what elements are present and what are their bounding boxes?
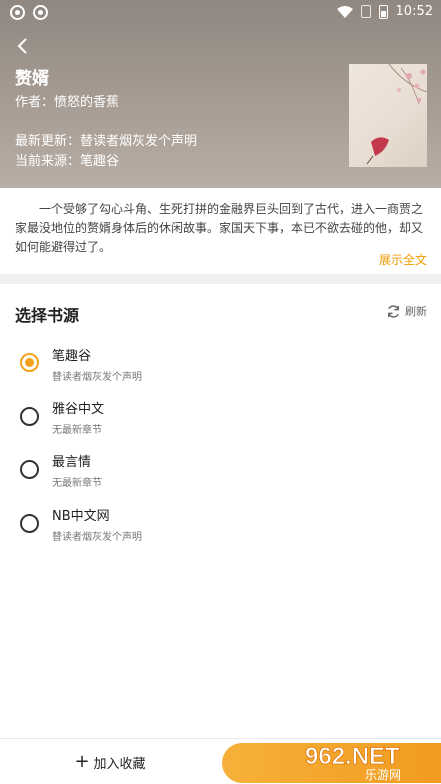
- refresh-label: 刷新: [405, 305, 427, 318]
- wifi-icon: [336, 5, 353, 18]
- source-name: NB中文网: [52, 509, 110, 524]
- sim-icon: [360, 5, 371, 18]
- plus-icon: +: [74, 751, 90, 772]
- radio-button[interactable]: [20, 514, 39, 533]
- svg-text:乐游网: 乐游网: [365, 768, 401, 782]
- source-item-biqugu[interactable]: 笔趣谷 替读者烟灰发个声明: [0, 340, 441, 392]
- add-favorite-label: 加入收藏: [93, 756, 146, 772]
- app-notification-icon: [33, 5, 48, 20]
- source-latest: 无最新章节: [52, 478, 102, 489]
- section-divider: [0, 274, 441, 284]
- status-time: 10:52: [395, 4, 433, 19]
- current-source: 当前来源：笔趣谷: [15, 154, 120, 169]
- source-item-zuiyanqing[interactable]: 最言情 无最新章节: [0, 446, 441, 498]
- book-author: 作者：愤怒的香蕉: [15, 95, 120, 110]
- radio-button[interactable]: [20, 353, 39, 372]
- source-name: 最言情: [52, 455, 92, 470]
- section-title: 选择书源: [15, 306, 80, 325]
- refresh-icon: [388, 304, 399, 318]
- battery-icon: [378, 4, 388, 19]
- site-watermark-logo: 962.NET 乐游网: [305, 743, 401, 782]
- source-name: 笔趣谷: [52, 349, 92, 364]
- source-item-nb[interactable]: NB中文网 替读者烟灰发个声明: [0, 500, 441, 552]
- status-bar: 10:52: [0, 0, 441, 26]
- radio-button[interactable]: [20, 460, 39, 479]
- book-header: 10:52 赘婿 作者：愤怒的香蕉 最新更新：替读者烟灰发个声明 当前来源：笔趣…: [0, 0, 441, 188]
- app-notification-icon: [10, 5, 25, 20]
- book-title: 赘婿: [15, 69, 49, 89]
- back-button[interactable]: [12, 34, 36, 58]
- book-cover[interactable]: [349, 64, 427, 167]
- source-item-yagu[interactable]: 雅谷中文 无最新章节: [0, 393, 441, 445]
- cover-art-icon: [366, 64, 427, 165]
- add-favorite-button[interactable]: + 加入收藏: [0, 739, 220, 784]
- show-all-link[interactable]: 展示全文: [379, 251, 427, 268]
- radio-button[interactable]: [20, 407, 39, 426]
- refresh-button[interactable]: 刷新: [386, 303, 427, 319]
- source-latest: 替读者烟灰发个声明: [52, 372, 142, 383]
- book-synopsis: 一个受够了勾心斗角、生死打拼的金融界巨头回到了古代，进入一商贾之家最没地位的赘婿…: [15, 202, 424, 254]
- source-name: 雅谷中文: [52, 402, 105, 417]
- latest-update: 最新更新：替读者烟灰发个声明: [15, 134, 198, 149]
- svg-text:962.NET: 962.NET: [305, 743, 400, 770]
- source-latest: 替读者烟灰发个声明: [52, 532, 142, 543]
- source-latest: 无最新章节: [52, 425, 102, 436]
